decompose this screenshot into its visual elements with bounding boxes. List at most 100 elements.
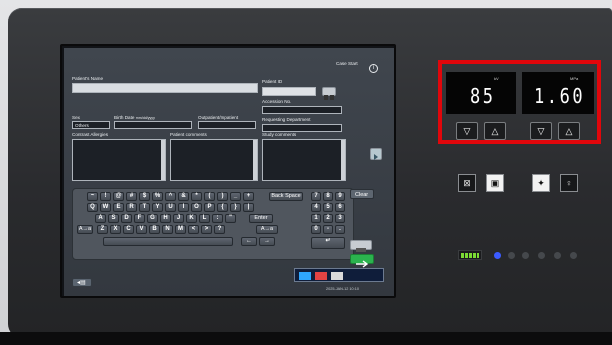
key-3[interactable]: F xyxy=(134,214,145,223)
requesting-dept-field[interactable] xyxy=(262,124,342,132)
key-5[interactable]: Y xyxy=(152,203,163,212)
shift-key-left[interactable]: A→a xyxy=(77,225,93,234)
key-8[interactable]: L xyxy=(199,214,210,223)
id-card-icon[interactable] xyxy=(322,87,336,100)
person-arms-icon[interactable]: ✦ xyxy=(532,174,550,192)
key-11[interactable]: _ xyxy=(230,192,241,201)
arrow-right-icon[interactable] xyxy=(370,148,382,160)
key-7[interactable]: & xyxy=(178,192,189,201)
key-6[interactable]: M xyxy=(175,225,186,234)
key-9[interactable]: ? xyxy=(214,225,225,234)
key-7[interactable]: I xyxy=(178,203,189,212)
requesting-dept-label: Requesting Department xyxy=(262,117,311,122)
study-comments-field[interactable] xyxy=(262,139,346,181)
key-6[interactable]: J xyxy=(173,214,184,223)
status-bar xyxy=(294,268,384,282)
numpad-key-2[interactable]: 9 xyxy=(335,192,345,201)
key-8[interactable]: O xyxy=(191,203,202,212)
key-4[interactable]: B xyxy=(149,225,160,234)
numpad-key-10[interactable]: - xyxy=(323,225,333,234)
key-3[interactable]: V xyxy=(136,225,147,234)
numpad-key-0[interactable]: 7 xyxy=(311,192,321,201)
numpad-key-1[interactable]: 8 xyxy=(323,192,333,201)
sex-field[interactable]: Others xyxy=(72,121,110,129)
key-2[interactable]: C xyxy=(123,225,134,234)
check-arrow-icon[interactable] xyxy=(350,254,374,268)
birth-date-format: mm/dd/yyyy xyxy=(135,116,155,120)
key-4[interactable]: G xyxy=(147,214,158,223)
key-10[interactable]: ) xyxy=(217,192,228,201)
key-1[interactable]: ! xyxy=(100,192,111,201)
arrow-right-key[interactable]: → xyxy=(259,237,275,246)
key-1[interactable]: S xyxy=(108,214,119,223)
numpad-key-9[interactable]: 0 xyxy=(311,225,321,234)
key-0[interactable]: Q xyxy=(87,203,98,212)
person-icon[interactable]: ▣ xyxy=(486,174,504,192)
outpatient-field[interactable] xyxy=(198,121,256,129)
key-5[interactable]: N xyxy=(162,225,173,234)
arm-icon[interactable]: ⊠ xyxy=(458,174,476,192)
numpad-key-7[interactable]: 2 xyxy=(323,214,333,223)
patient-name-label: Patient's Name xyxy=(72,76,104,81)
key-0[interactable]: ~ xyxy=(87,192,98,201)
key-1[interactable]: X xyxy=(110,225,121,234)
key-5[interactable]: H xyxy=(160,214,171,223)
numpad-key-4[interactable]: 5 xyxy=(323,203,333,212)
person-outline-icon[interactable]: ♀ xyxy=(560,174,578,192)
accession-field[interactable] xyxy=(262,106,342,114)
patient-name-field[interactable] xyxy=(72,83,258,93)
numpad-key-6[interactable]: 1 xyxy=(311,214,321,223)
key-4[interactable]: $ xyxy=(139,192,150,201)
return-key[interactable]: ↵ xyxy=(311,237,345,249)
allergies-field[interactable] xyxy=(72,139,166,181)
study-comments-label: Study comments xyxy=(262,132,297,137)
key-2[interactable]: E xyxy=(113,203,124,212)
enter-key[interactable]: Enter xyxy=(249,214,273,223)
status-indicator-1 xyxy=(508,252,515,259)
key-5[interactable]: % xyxy=(152,192,163,201)
key-0[interactable]: Z xyxy=(97,225,108,234)
patient-comments-field[interactable] xyxy=(170,139,258,181)
power-icon[interactable] xyxy=(538,252,545,259)
key-6[interactable]: U xyxy=(165,203,176,212)
sex-value: Others xyxy=(75,123,89,128)
key-10[interactable]: " xyxy=(225,214,236,223)
key-3[interactable]: # xyxy=(126,192,137,201)
key-1[interactable]: W xyxy=(100,203,111,212)
numpad-key-3[interactable]: 4 xyxy=(311,203,321,212)
numpad-key-5[interactable]: 6 xyxy=(335,203,345,212)
patient-id-field[interactable] xyxy=(262,87,316,96)
date-time: 2025-JAN-12 10:10 xyxy=(326,287,359,291)
key-9[interactable]: : xyxy=(212,214,223,223)
key-9[interactable]: ( xyxy=(204,192,215,201)
key-8[interactable]: > xyxy=(201,225,212,234)
key-7[interactable]: K xyxy=(186,214,197,223)
backspace-key[interactable]: Back Space xyxy=(269,192,303,201)
numpad-key-8[interactable]: 3 xyxy=(335,214,345,223)
space-key[interactable] xyxy=(103,237,233,246)
key-4[interactable]: T xyxy=(139,203,150,212)
key-0[interactable]: A xyxy=(95,214,106,223)
clear-button[interactable]: Clear xyxy=(350,189,374,199)
key-7[interactable]: < xyxy=(188,225,199,234)
touchscreen: Patient's Name Patient ID Case Start i A… xyxy=(60,44,396,298)
key-6[interactable]: ^ xyxy=(165,192,176,201)
key-10[interactable]: { xyxy=(217,203,228,212)
key-11[interactable]: } xyxy=(230,203,241,212)
status-indicator-3 xyxy=(554,252,561,259)
shift-key-right[interactable]: A→a xyxy=(256,225,278,234)
key-8[interactable]: * xyxy=(191,192,202,201)
case-start-label[interactable]: Case Start xyxy=(336,61,358,67)
key-9[interactable]: P xyxy=(204,203,215,212)
key-12[interactable]: | xyxy=(243,203,254,212)
arrow-left-key[interactable]: ← xyxy=(241,237,257,246)
back-nav-button[interactable]: ◂▤ xyxy=(72,278,92,287)
key-2[interactable]: D xyxy=(121,214,132,223)
numpad-key-11[interactable]: . xyxy=(335,225,345,234)
birth-date-field[interactable] xyxy=(114,121,192,129)
key-3[interactable]: R xyxy=(126,203,137,212)
key-12[interactable]: + xyxy=(243,192,254,201)
back-icon[interactable] xyxy=(350,240,372,252)
info-icon[interactable]: i xyxy=(369,64,378,73)
key-2[interactable]: @ xyxy=(113,192,124,201)
